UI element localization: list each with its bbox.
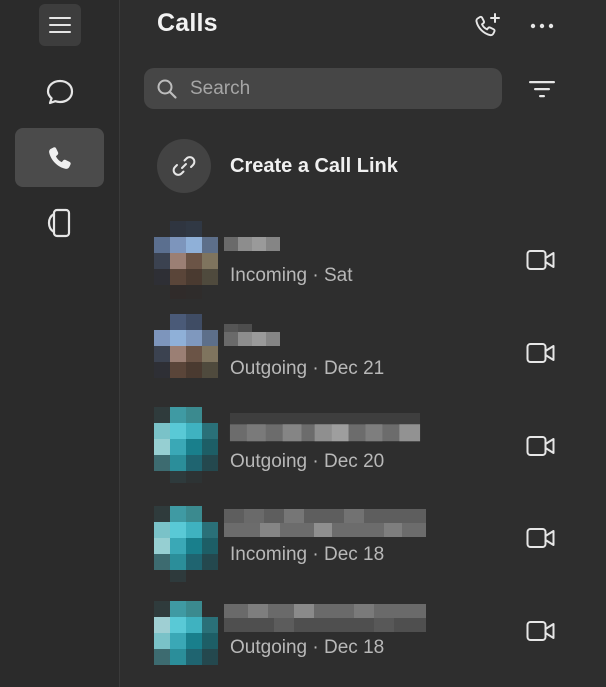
- more-options-button[interactable]: [524, 8, 560, 44]
- call-subtitle: Incoming · Sat: [230, 265, 353, 286]
- avatar: [154, 314, 218, 378]
- call-row[interactable]: Incoming · Dec 18: [120, 498, 606, 591]
- nav-devices-button[interactable]: [36, 200, 84, 246]
- name-blur: [224, 604, 426, 632]
- new-call-button[interactable]: [470, 8, 506, 44]
- video-camera-icon: [526, 250, 555, 270]
- nav-calls-button[interactable]: [15, 128, 104, 187]
- search-box[interactable]: [144, 68, 502, 109]
- phone-icon: [48, 146, 71, 169]
- nav-rail: [0, 0, 120, 687]
- video-call-button[interactable]: [522, 338, 560, 368]
- call-subtitle: Outgoing · Dec 18: [230, 637, 385, 658]
- create-call-link-button[interactable]: Create a Call Link: [157, 139, 398, 193]
- hamburger-menu-icon: [49, 17, 71, 33]
- call-row[interactable]: Incoming · Sat: [120, 219, 606, 312]
- calls-window: Calls Search Create a Call Link Incoming…: [0, 0, 606, 687]
- avatar: [154, 601, 218, 665]
- video-call-button[interactable]: [522, 523, 560, 553]
- avatar: [154, 407, 218, 483]
- call-row[interactable]: Outgoing · Dec 18: [120, 591, 606, 684]
- create-call-link-label: Create a Call Link: [230, 154, 398, 177]
- chat-bubble-icon: [46, 79, 74, 105]
- link-icon-circle: [157, 139, 211, 193]
- search-input[interactable]: [188, 76, 492, 101]
- nav-chats-button[interactable]: [36, 70, 84, 114]
- filter-button[interactable]: [522, 70, 562, 108]
- video-camera-icon: [526, 343, 555, 363]
- video-call-button[interactable]: [522, 245, 560, 275]
- device-icon: [47, 208, 71, 238]
- filter-icon: [529, 81, 555, 98]
- name-blur: [224, 237, 280, 251]
- phone-plus-icon: [475, 13, 500, 37]
- avatar: [154, 221, 218, 299]
- call-subtitle: Outgoing · Dec 20: [230, 451, 385, 472]
- more-dots-icon: [530, 23, 554, 29]
- call-row[interactable]: Outgoing · Dec 20: [120, 405, 606, 498]
- menu-button[interactable]: [39, 4, 81, 46]
- search-icon: [157, 79, 177, 99]
- name-blur: [224, 509, 426, 537]
- video-camera-icon: [526, 621, 555, 641]
- avatar: [154, 506, 218, 582]
- video-camera-icon: [526, 528, 555, 548]
- video-camera-icon: [526, 436, 555, 456]
- video-call-button[interactable]: [522, 616, 560, 646]
- call-subtitle: Outgoing · Dec 21: [230, 358, 385, 379]
- call-row[interactable]: Outgoing · Dec 21: [120, 312, 606, 405]
- name-blur: [229, 413, 421, 442]
- video-call-button[interactable]: [522, 431, 560, 461]
- calls-panel: Calls Search Create a Call Link Incoming…: [120, 0, 606, 687]
- name-blur: [224, 324, 280, 346]
- page-title: Calls: [157, 9, 218, 37]
- call-subtitle: Incoming · Dec 18: [230, 544, 385, 565]
- link-icon: [172, 156, 196, 176]
